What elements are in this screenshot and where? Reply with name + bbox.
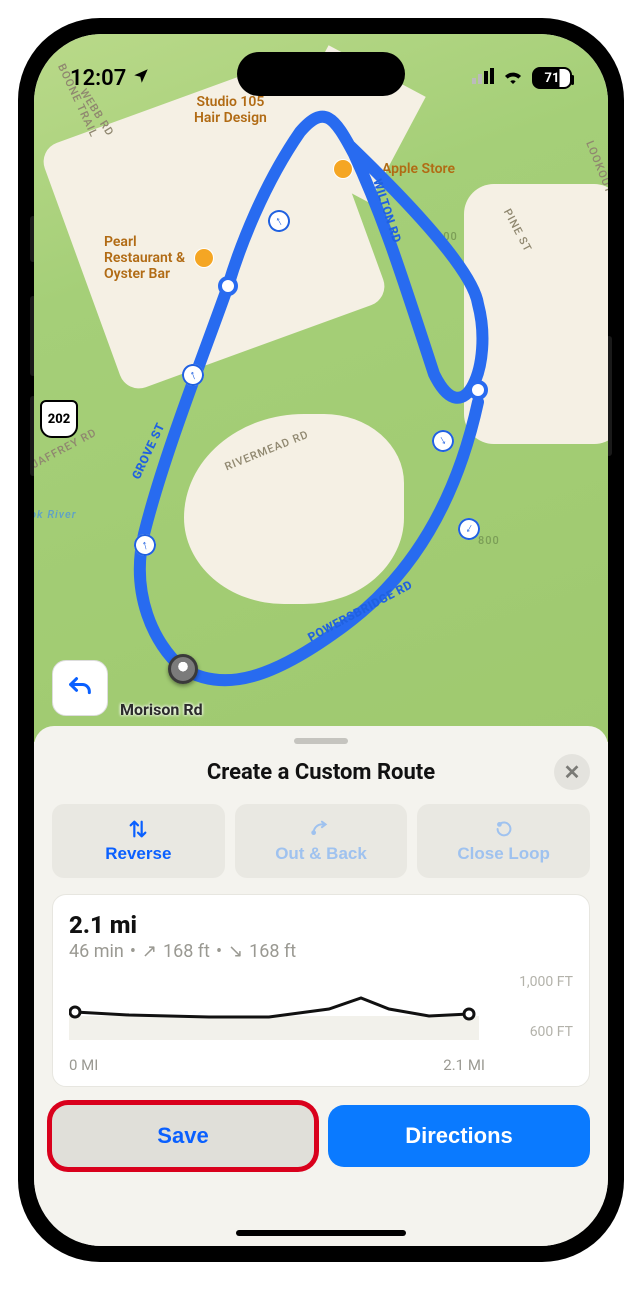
route-start-label: Morison Rd — [120, 700, 203, 719]
close-loop-button[interactable]: Close Loop — [417, 804, 590, 878]
route-descent: 168 ft — [249, 941, 296, 962]
save-button[interactable]: Save — [52, 1105, 314, 1167]
directions-label: Directions — [405, 1123, 513, 1149]
route-label-wilton: WILTON RD — [370, 177, 404, 244]
save-label: Save — [157, 1123, 208, 1149]
battery-pct: 71 — [545, 71, 560, 86]
sheet-title: Create a Custom Route — [88, 760, 554, 785]
phone-frame: 12:07 71 WEBB RD — [18, 18, 624, 1262]
contour-label1: 800 — [436, 230, 458, 243]
reverse-label: Reverse — [105, 844, 171, 864]
elevation-x-start: 0 MI — [69, 1056, 98, 1074]
undo-button[interactable] — [52, 660, 108, 716]
wifi-icon — [502, 68, 524, 88]
elevation-chart: 1,000 FT 600 FT 0 MI 2.1 MI — [69, 976, 573, 1076]
route-summary-card: 2.1 mi 46 min • ↗ 168 ft • ↘ 168 ft 1,00… — [52, 894, 590, 1087]
clock-text: 12:07 — [70, 66, 126, 91]
battery-icon: 71 — [532, 67, 572, 89]
descent-icon: ↘ — [228, 941, 243, 962]
elevation-min-label: 600 FT — [530, 1024, 573, 1040]
route-ascent: 168 ft — [163, 941, 210, 962]
sheet-grabber[interactable] — [294, 738, 348, 744]
elevation-max-label: 1,000 FT — [519, 974, 573, 990]
elevation-x-end: 2.1 MI — [443, 1056, 485, 1074]
screen: 12:07 71 WEBB RD — [34, 34, 608, 1246]
close-loop-icon — [492, 818, 516, 840]
poi-icon-bigapple — [334, 160, 352, 178]
directions-button[interactable]: Directions — [328, 1105, 590, 1167]
out-and-back-button[interactable]: Out & Back — [235, 804, 408, 878]
poi-label-pearl: Pearl Restaurant & Oyster Bar — [104, 234, 185, 282]
close-loop-label: Close Loop — [457, 844, 550, 864]
ascent-icon: ↗ — [142, 941, 157, 962]
close-button[interactable]: ✕ — [554, 754, 590, 790]
route-label-grove: GROVE ST — [129, 421, 167, 482]
poi-label-bigapple: Big Apple Store — [358, 161, 455, 177]
direction-arrow-icon: ↑ — [428, 426, 458, 456]
location-services-icon — [132, 66, 150, 91]
reverse-button[interactable]: Reverse — [52, 804, 225, 878]
out-and-back-icon — [309, 818, 333, 840]
route-shield-icon: 202 — [40, 400, 78, 438]
map-canvas[interactable]: WEBB RD BOONE TRAIL PINE ST LOOKOUT HILL… — [34, 34, 608, 742]
close-icon: ✕ — [564, 760, 581, 785]
river-label: ok River — [34, 508, 76, 521]
reverse-icon — [127, 818, 149, 840]
home-indicator[interactable] — [236, 1230, 406, 1236]
dynamic-island — [237, 52, 405, 96]
contour-label2: 800 — [478, 534, 500, 547]
undo-icon — [66, 674, 94, 702]
elevation-line — [69, 976, 479, 1046]
route-duration: 46 min — [69, 941, 124, 962]
route-distance: 2.1 mi — [69, 911, 573, 939]
route-sheet: Create a Custom Route ✕ Reverse Out & Ba… — [34, 726, 608, 1246]
direction-arrow-icon: ↑ — [132, 532, 159, 559]
poi-icon-pearl — [195, 249, 213, 267]
cellular-icon — [472, 68, 494, 88]
out-and-back-label: Out & Back — [275, 844, 367, 864]
route-start-pin[interactable] — [168, 654, 198, 684]
